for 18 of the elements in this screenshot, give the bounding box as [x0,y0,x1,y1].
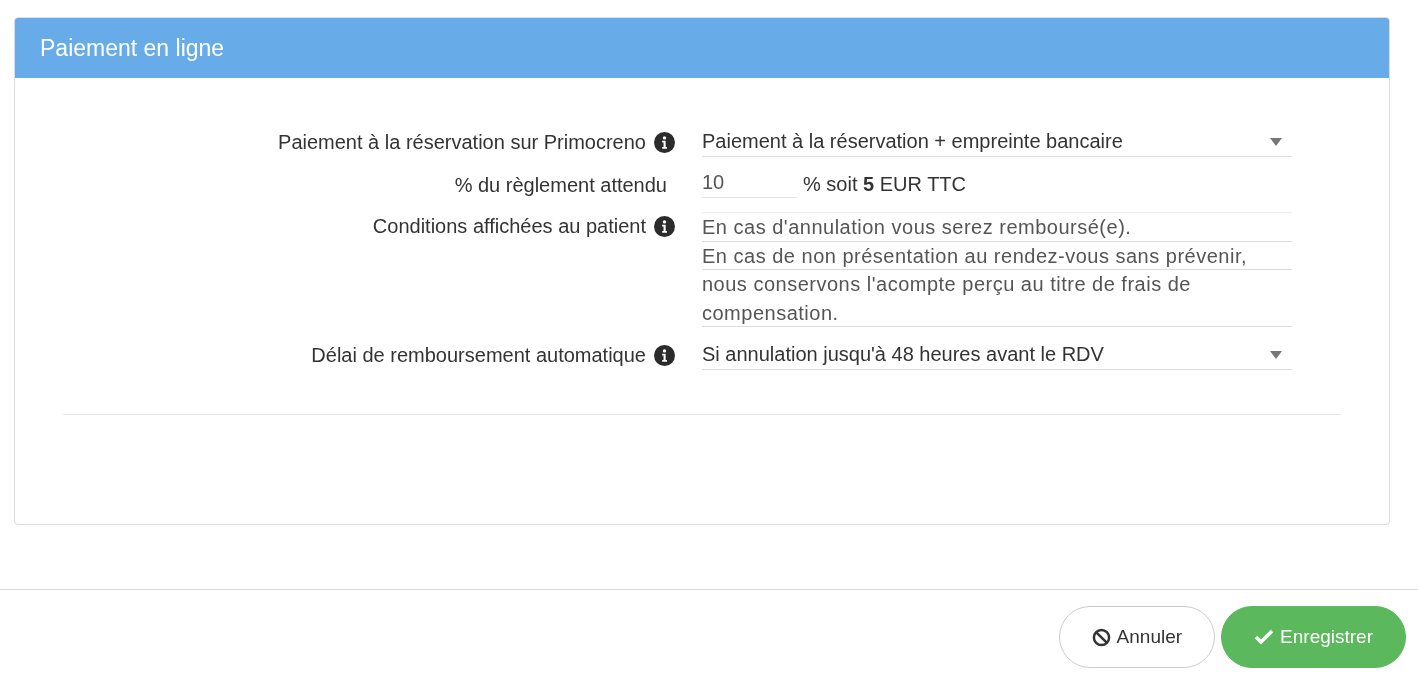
amount-text: % soit 5 EUR TTC [803,173,966,196]
conditions-textarea[interactable]: En cas d'annulation vous serez remboursé(e). En cas de non présentation au rendez-vous sans prévenir, nous conservons l'acompte perçu au titre de frais de compensation. [702,212,1292,327]
percent-input[interactable]: 10 [702,171,797,198]
ban-icon [1091,627,1111,647]
info-icon[interactable] [654,132,675,153]
info-icon[interactable] [654,216,675,237]
caret-icon [1270,350,1282,359]
caret-icon [1270,137,1282,146]
select-field[interactable]: Si annulation jusqu'à 48 heures avant le RDV [702,341,1292,370]
panel-title: Paiement en ligne [40,34,225,62]
select-field[interactable]: Paiement à la réservation + empreinte bancaire [702,128,1292,157]
check-icon [1254,629,1275,645]
info-icon[interactable] [654,345,675,366]
field-label: Paiement à la réservation sur Primocreno [278,131,646,154]
cancel-button[interactable]: Annuler [1058,606,1216,668]
field-label: Conditions affichées au patient [372,215,646,238]
field-label: Délai de remboursement automatique [311,344,646,367]
field-label: % du règlement attendu [454,174,667,197]
